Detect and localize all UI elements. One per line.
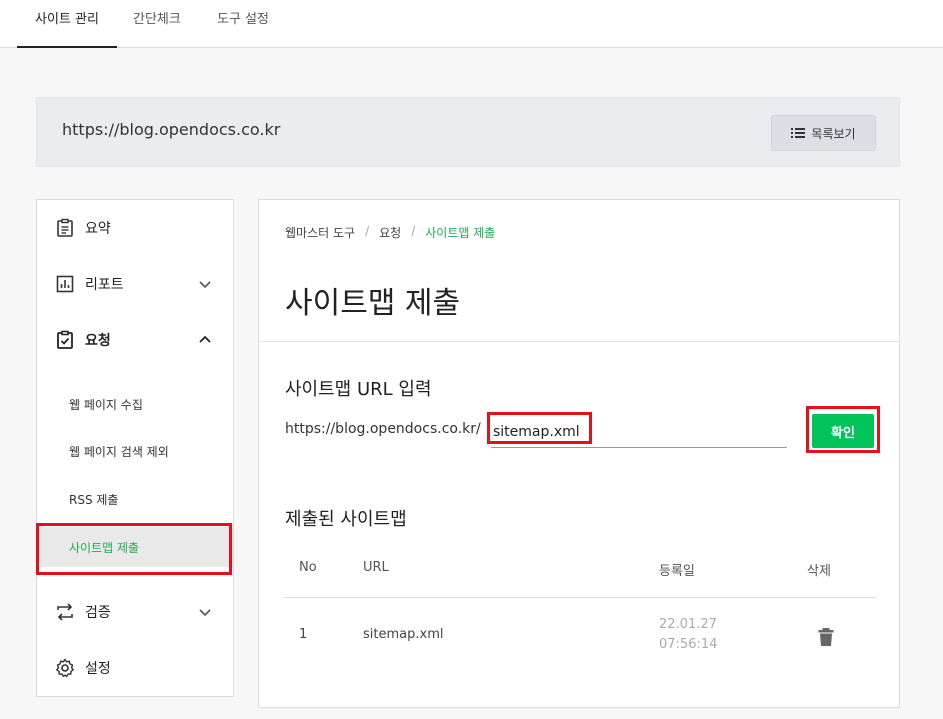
list-icon <box>791 128 806 138</box>
site-url-bar: https://blog.opendocs.co.kr 목록보기 <box>36 97 900 167</box>
sitemap-url-input[interactable] <box>491 416 787 448</box>
clipboard-icon <box>57 218 73 237</box>
breadcrumb-item-current: 사이트맵 제출 <box>425 226 496 240</box>
sidebar-item-label: 검증 <box>85 605 111 621</box>
table-header-no: No <box>299 560 317 575</box>
sidebar: 요약 리포트 요청 웹 페이지 수집 웹 페이지 검색 제외 RSS 제출 사이… <box>36 199 234 697</box>
top-navigation: 사이트 관리 간단체크 도구 설정 <box>0 0 943 48</box>
main-panel: 웹마스터 도구 / 요청 / 사이트맵 제출 사이트맵 제출 사이트맵 URL … <box>258 199 900 708</box>
table-header-delete: 삭제 <box>807 564 831 579</box>
sidebar-subitem-rss[interactable]: RSS 제출 <box>37 479 233 519</box>
sidebar-item-summary[interactable]: 요약 <box>37 208 233 248</box>
confirm-button[interactable]: 확인 <box>812 414 874 448</box>
sidebar-item-label: 설정 <box>85 661 111 677</box>
section-title-url-input: 사이트맵 URL 입력 <box>285 379 432 400</box>
breadcrumb-item-webmaster[interactable]: 웹마스터 도구 <box>285 224 355 241</box>
table-header-url: URL <box>363 560 389 575</box>
sidebar-item-report[interactable]: 리포트 <box>37 264 233 304</box>
divider <box>259 341 899 342</box>
tab-site-management[interactable]: 사이트 관리 <box>17 0 117 48</box>
section-title-submitted: 제출된 사이트맵 <box>285 509 407 530</box>
sidebar-subitem-label: 웹 페이지 수집 <box>69 398 143 412</box>
breadcrumb-item-request[interactable]: 요청 <box>379 224 401 241</box>
sidebar-subitem-search-exclude[interactable]: 웹 페이지 검색 제외 <box>37 431 233 471</box>
list-view-button[interactable]: 목록보기 <box>771 115 876 151</box>
sidebar-subitem-label: RSS 제출 <box>69 493 119 507</box>
table-cell-no: 1 <box>299 627 308 642</box>
page-title: 사이트맵 제출 <box>285 286 461 321</box>
sidebar-subitem-sitemap[interactable]: 사이트맵 제출 <box>37 527 233 567</box>
sidebar-item-label: 요청 <box>85 333 111 349</box>
sidebar-item-settings[interactable]: 설정 <box>37 648 233 688</box>
tab-quick-check[interactable]: 간단체크 <box>133 0 181 48</box>
chevron-up-icon <box>199 335 211 343</box>
site-url: https://blog.opendocs.co.kr <box>62 120 281 139</box>
chevron-down-icon <box>199 281 211 289</box>
tab-tool-settings[interactable]: 도구 설정 <box>217 0 269 48</box>
table-divider <box>283 597 875 598</box>
sidebar-item-verify[interactable]: 검증 <box>37 592 233 632</box>
checklist-icon <box>57 330 73 349</box>
trash-icon[interactable] <box>817 627 835 647</box>
sidebar-item-request[interactable]: 요청 <box>37 320 233 360</box>
breadcrumb: 웹마스터 도구 / 요청 / 사이트맵 제출 <box>285 224 495 241</box>
sidebar-item-label: 요약 <box>85 221 111 237</box>
sidebar-item-label: 리포트 <box>85 277 124 293</box>
table-header-date: 등록일 <box>659 564 695 579</box>
chevron-down-icon <box>199 609 211 617</box>
gear-icon <box>56 658 74 677</box>
sidebar-subitem-label: 사이트맵 제출 <box>69 541 140 555</box>
sitemap-url-prefix: https://blog.opendocs.co.kr/ <box>285 421 481 437</box>
swap-arrows-icon <box>57 603 73 621</box>
bar-chart-icon <box>56 275 74 293</box>
sidebar-subitem-page-collect[interactable]: 웹 페이지 수집 <box>37 384 233 424</box>
table-cell-date: 22.01.27 07:56:14 <box>659 617 718 652</box>
breadcrumb-separator: / <box>365 224 370 238</box>
table-cell-url: sitemap.xml <box>363 627 444 642</box>
list-view-label: 목록보기 <box>811 126 856 141</box>
breadcrumb-separator: / <box>411 224 416 238</box>
sidebar-subitem-label: 웹 페이지 검색 제외 <box>69 445 169 459</box>
